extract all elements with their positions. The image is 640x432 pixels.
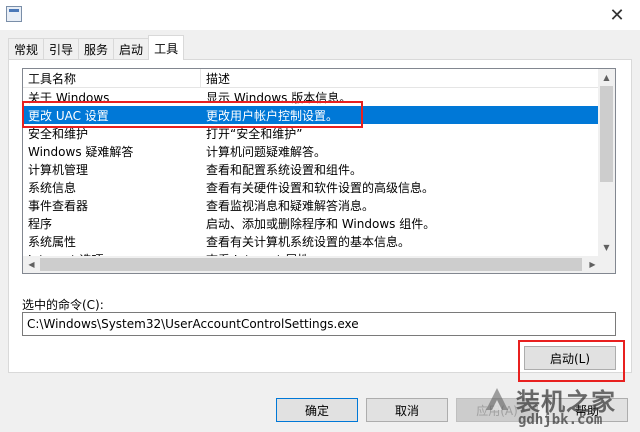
vertical-scroll-thumb[interactable]	[600, 86, 613, 182]
tool-name: 更改 UAC 设置	[28, 108, 109, 123]
list-item[interactable]: 事件查看器 查看监视消息和疑难解答消息。	[23, 196, 601, 214]
list-item-selected[interactable]: 更改 UAC 设置 更改用户帐户控制设置。	[23, 106, 601, 124]
tool-name: 事件查看器	[28, 198, 89, 213]
tab-general[interactable]: 常规	[8, 38, 45, 60]
scroll-up-arrow-icon[interactable]: ▲	[598, 69, 615, 86]
cancel-button[interactable]: 取消	[366, 398, 448, 422]
watermark-url: gdhjbk.com	[518, 412, 603, 428]
tools-list[interactable]: 工具名称 描述 关于 Windows 显示 Windows 版本信息。 更改 U…	[22, 68, 616, 274]
column-header-tool-name[interactable]: 工具名称	[28, 70, 76, 87]
tab-boot[interactable]: 引导	[43, 38, 80, 60]
scrollbar-corner	[598, 256, 615, 273]
tool-description: 查看监视消息和疑难解答消息。	[206, 198, 375, 213]
tool-description: 显示 Windows 版本信息。	[206, 90, 352, 105]
tool-description: 查看和配置系统设置和组件。	[206, 162, 363, 177]
list-item[interactable]: 系统属性 查看有关计算机系统设置的基本信息。	[23, 232, 601, 250]
tool-description: 更改用户帐户控制设置。	[206, 108, 339, 123]
tab-tools[interactable]: 工具	[148, 35, 185, 60]
list-item[interactable]: 安全和维护 打开“安全和维护”	[23, 124, 601, 142]
list-item[interactable]: 关于 Windows 显示 Windows 版本信息。	[23, 88, 601, 106]
tool-description: 启动、添加或删除程序和 Windows 组件。	[206, 216, 436, 231]
tab-startup[interactable]: 启动	[113, 38, 150, 60]
tool-description: 打开“安全和维护”	[206, 126, 303, 141]
tab-services[interactable]: 服务	[78, 38, 115, 60]
tool-name: 计算机管理	[28, 162, 89, 177]
close-icon: ✕	[609, 4, 625, 26]
watermark: 装机之家 gdhjbk.com	[482, 378, 632, 430]
list-item[interactable]: 计算机管理 查看和配置系统设置和组件。	[23, 160, 601, 178]
tab-strip: 常规 引导 服务 启动 工具	[8, 35, 185, 60]
watermark-logo-icon	[486, 388, 508, 410]
selected-command-field[interactable]: C:\Windows\System32\UserAccountControlSe…	[22, 312, 616, 336]
launch-button[interactable]: 启动(L)	[524, 346, 616, 370]
close-button[interactable]: ✕	[594, 0, 640, 30]
title-bar: ✕	[0, 0, 640, 30]
tool-name: Windows 疑难解答	[28, 144, 134, 159]
list-item[interactable]: 系统信息 查看有关硬件设置和软件设置的高级信息。	[23, 178, 601, 196]
tool-description: 查看有关硬件设置和软件设置的高级信息。	[206, 180, 435, 195]
tool-name: 程序	[28, 216, 53, 231]
column-divider[interactable]	[200, 69, 201, 88]
msconfig-app-icon	[6, 6, 22, 22]
scroll-down-arrow-icon[interactable]: ▼	[598, 239, 615, 256]
ok-button[interactable]: 确定	[276, 398, 358, 422]
tool-description: 查看有关计算机系统设置的基本信息。	[206, 234, 411, 249]
selected-command-value: C:\Windows\System32\UserAccountControlSe…	[27, 317, 359, 331]
tool-name: 系统信息	[28, 180, 77, 195]
vertical-scrollbar[interactable]: ▲ ▼	[598, 69, 615, 256]
tool-description: 计算机问题疑难解答。	[206, 144, 327, 159]
tool-name: 关于 Windows	[28, 90, 110, 105]
tool-name: 安全和维护	[28, 126, 89, 141]
list-item[interactable]: 程序 启动、添加或删除程序和 Windows 组件。	[23, 214, 601, 232]
horizontal-scrollbar[interactable]: ◀ ▶	[23, 256, 601, 273]
tool-name: 系统属性	[28, 234, 77, 249]
horizontal-scroll-thumb[interactable]	[40, 258, 582, 271]
column-header-description[interactable]: 描述	[206, 70, 230, 87]
list-item[interactable]: Windows 疑难解答 计算机问题疑难解答。	[23, 142, 601, 160]
list-header: 工具名称 描述	[23, 69, 601, 88]
selected-command-label: 选中的命令(C):	[22, 298, 104, 312]
scroll-left-arrow-icon[interactable]: ◀	[23, 256, 40, 273]
